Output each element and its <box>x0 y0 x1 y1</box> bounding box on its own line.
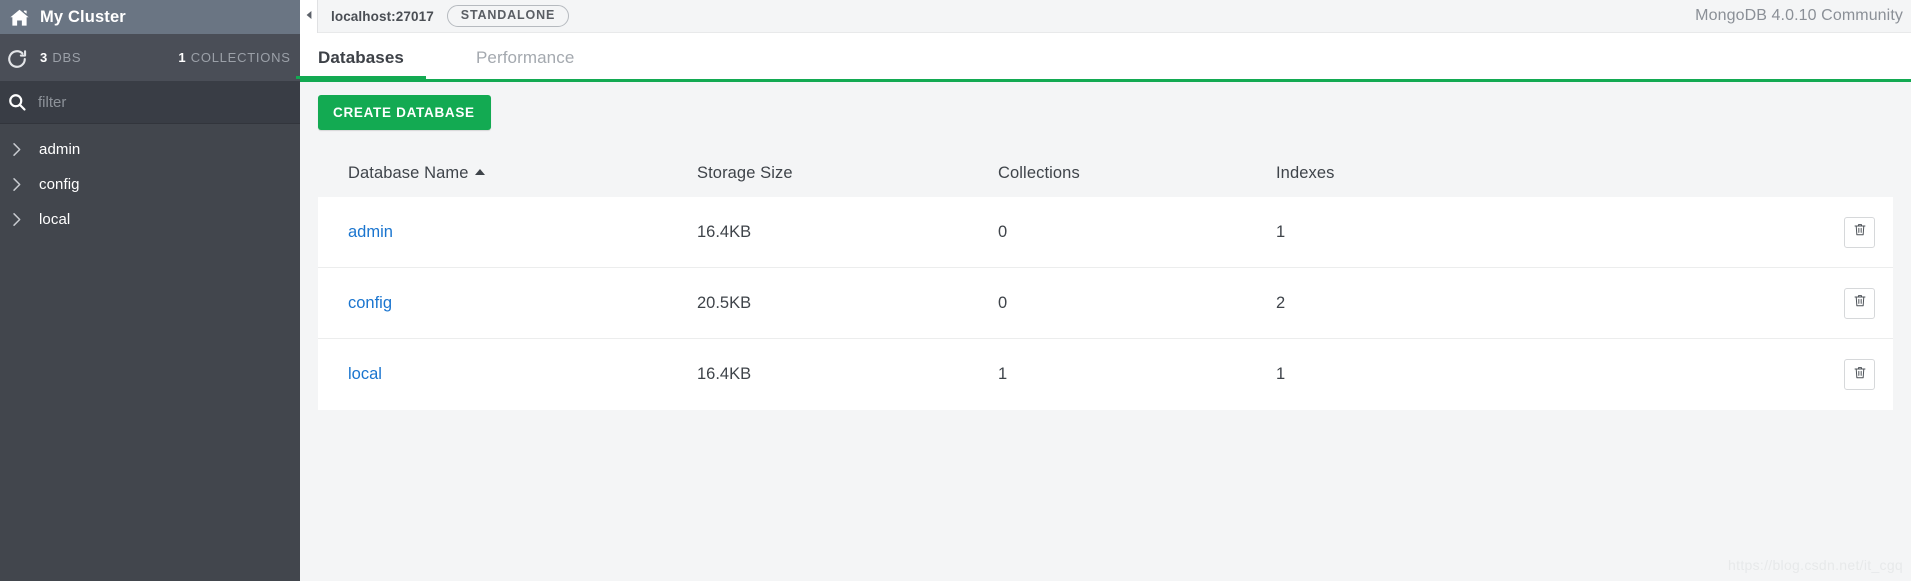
home-icon <box>10 9 29 26</box>
delete-database-button[interactable] <box>1844 288 1875 319</box>
compass-window: My Cluster 3 DBS 1 COLLECTIONS <box>0 0 1911 581</box>
row-database-name: local <box>348 365 697 384</box>
filter-input[interactable] <box>38 94 290 111</box>
row-database-name: admin <box>348 223 697 242</box>
table-row[interactable]: config 20.5KB 0 2 <box>318 268 1893 339</box>
sidebar-collapse-button[interactable] <box>300 0 318 33</box>
tab-performance[interactable]: Performance <box>476 48 574 79</box>
trash-icon <box>1853 293 1867 313</box>
chevron-left-icon <box>305 7 313 25</box>
collection-count: 1 COLLECTIONS <box>178 50 290 65</box>
database-link[interactable]: local <box>348 365 382 383</box>
sidebar-item-label: local <box>39 211 70 228</box>
create-database-button[interactable]: CREATE DATABASE <box>318 95 491 130</box>
sidebar-stats: 3 DBS 1 COLLECTIONS <box>0 34 300 81</box>
database-count: 3 DBS <box>40 50 81 65</box>
delete-database-button[interactable] <box>1844 217 1875 248</box>
topology-badge: STANDALONE <box>447 5 569 27</box>
database-link[interactable]: admin <box>348 223 393 241</box>
table-row[interactable]: admin 16.4KB 0 1 <box>318 197 1893 268</box>
tab-databases[interactable]: Databases <box>318 48 404 79</box>
sidebar-item-admin[interactable]: admin <box>0 132 300 167</box>
column-header-storage-size[interactable]: Storage Size <box>697 164 998 183</box>
databases-table: Database Name Storage Size Collections I… <box>318 149 1893 410</box>
column-header-collections[interactable]: Collections <box>998 164 1276 183</box>
chevron-right-icon[interactable] <box>8 176 25 193</box>
sidebar-filter[interactable] <box>0 81 300 124</box>
table-header-row: Database Name Storage Size Collections I… <box>318 149 1893 197</box>
database-link[interactable]: config <box>348 294 392 312</box>
database-tree: admin config local <box>0 124 300 581</box>
collection-count-value: 1 <box>178 50 186 65</box>
row-collections: 1 <box>998 365 1276 384</box>
sidebar-item-config[interactable]: config <box>0 167 300 202</box>
server-version: MongoDB 4.0.10 Community <box>1695 7 1903 25</box>
sidebar: My Cluster 3 DBS 1 COLLECTIONS <box>0 0 300 581</box>
table-row[interactable]: local 16.4KB 1 1 <box>318 339 1893 410</box>
row-storage-size: 16.4KB <box>697 223 998 242</box>
row-actions <box>1815 359 1875 390</box>
chevron-right-icon[interactable] <box>8 141 25 158</box>
row-indexes: 1 <box>1276 223 1815 242</box>
trash-icon <box>1853 222 1867 242</box>
database-count-value: 3 <box>40 50 48 65</box>
row-database-name: config <box>348 294 697 313</box>
row-indexes: 1 <box>1276 365 1815 384</box>
column-header-label: Database Name <box>348 164 469 182</box>
search-icon <box>7 92 27 112</box>
collection-count-label: COLLECTIONS <box>191 50 291 65</box>
column-header-indexes[interactable]: Indexes <box>1276 164 1815 183</box>
sidebar-header[interactable]: My Cluster <box>0 0 300 34</box>
sidebar-item-label: admin <box>39 141 80 158</box>
tab-bar: Databases Performance <box>300 33 1911 79</box>
delete-database-button[interactable] <box>1844 359 1875 390</box>
sort-ascending-icon <box>475 169 485 175</box>
refresh-icon[interactable] <box>6 48 28 68</box>
row-storage-size: 20.5KB <box>697 294 998 313</box>
database-count-label: DBS <box>52 50 81 65</box>
chevron-right-icon[interactable] <box>8 211 25 228</box>
row-actions <box>1815 217 1875 248</box>
trash-icon <box>1853 365 1867 385</box>
sidebar-item-local[interactable]: local <box>0 202 300 237</box>
cluster-title: My Cluster <box>40 9 126 26</box>
connection-topbar: localhost:27017 STANDALONE MongoDB 4.0.1… <box>300 0 1911 33</box>
row-collections: 0 <box>998 223 1276 242</box>
connection-host: localhost:27017 <box>331 9 434 24</box>
column-header-database-name[interactable]: Database Name <box>348 164 697 183</box>
databases-panel: CREATE DATABASE Database Name Storage Si… <box>300 79 1911 581</box>
row-collections: 0 <box>998 294 1276 313</box>
main-content: localhost:27017 STANDALONE MongoDB 4.0.1… <box>300 0 1911 581</box>
row-actions <box>1815 288 1875 319</box>
sidebar-item-label: config <box>39 176 80 193</box>
row-storage-size: 16.4KB <box>697 365 998 384</box>
row-indexes: 2 <box>1276 294 1815 313</box>
